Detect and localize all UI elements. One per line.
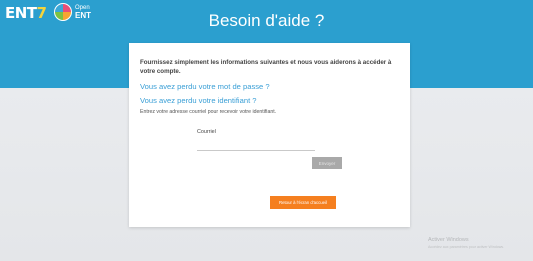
- forgot-password-link[interactable]: Vous avez perdu votre mot de passe ?: [140, 82, 270, 91]
- intro-text: Fournissez simplement les informations s…: [140, 59, 392, 75]
- email-label: Courriel: [197, 129, 216, 135]
- email-hint: Entrez votre adresse courriel pour recev…: [140, 109, 277, 115]
- email-input[interactable]: [197, 140, 315, 151]
- forgot-id-link[interactable]: Vous avez perdu votre identifiant ?: [140, 96, 257, 105]
- windows-activation-title: Activer Windows: [428, 237, 469, 243]
- page-title: Besoin d'aide ?: [208, 11, 325, 30]
- help-card: Fournissez simplement les informations s…: [129, 43, 410, 227]
- windows-activation-subtitle: Accédez aux paramètres pour activer Wind…: [428, 245, 505, 249]
- back-to-home-button[interactable]: Retour à l'écran d'accueil: [270, 196, 336, 209]
- send-button[interactable]: Envoyer: [312, 157, 342, 169]
